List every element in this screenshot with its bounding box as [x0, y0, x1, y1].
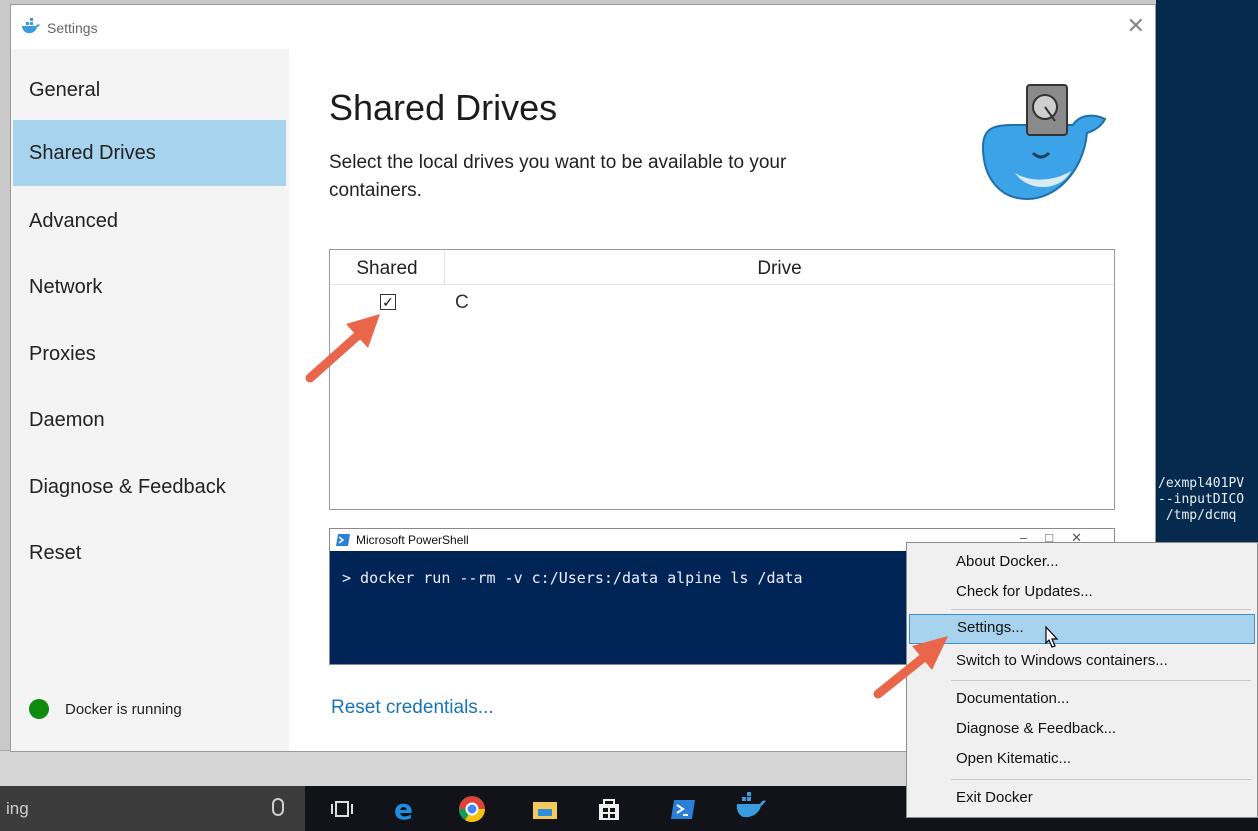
page-description: Select the local drives you want to be a…	[329, 152, 787, 201]
menu-separator	[951, 680, 1251, 681]
menu-item-exit-docker[interactable]: Exit Docker	[909, 784, 1255, 812]
edge-browser-icon[interactable]: e	[391, 794, 421, 824]
taskbar-search-box[interactable]: ing	[0, 786, 305, 831]
svg-text:e: e	[394, 794, 413, 824]
header-divider	[330, 284, 1114, 285]
menu-separator	[951, 779, 1251, 780]
store-icon[interactable]	[594, 794, 624, 824]
microphone-icon[interactable]	[272, 798, 284, 816]
console-text: /exmpl401PV --inputDICO /tmp/dcmq	[1158, 476, 1245, 523]
menu-item-settings[interactable]: Settings...	[909, 614, 1255, 644]
menu-item-diagnose-feedback[interactable]: Diagnose & Feedback...	[909, 715, 1255, 743]
sidebar-item-shared-drives[interactable]: Shared Drives	[13, 120, 286, 186]
powershell-title: Microsoft PowerShell	[356, 533, 469, 547]
taskbar-search-text: ing	[6, 799, 29, 818]
mouse-cursor-icon	[1045, 625, 1059, 648]
docker-whale-icon	[22, 18, 40, 34]
sidebar-item-diagnose-feedback[interactable]: Diagnose & Feedback	[13, 454, 286, 520]
sidebar-item-reset[interactable]: Reset	[13, 520, 286, 586]
shared-drives-table: Shared Drive ✓ C	[329, 249, 1115, 510]
sidebar-item-network[interactable]: Network	[13, 254, 286, 320]
sidebar-item-proxies[interactable]: Proxies	[13, 321, 286, 387]
menu-item-documentation[interactable]: Documentation...	[909, 685, 1255, 713]
docker-taskbar-icon[interactable]	[733, 788, 767, 822]
powershell-icon	[336, 534, 350, 546]
column-header-shared[interactable]: Shared	[330, 250, 445, 284]
sidebar: General Shared Drives Advanced Network P…	[11, 49, 289, 751]
close-icon[interactable]: ✕	[1127, 13, 1145, 39]
drive-c-checkbox[interactable]: ✓	[380, 294, 396, 310]
menu-separator	[951, 609, 1251, 610]
chrome-icon[interactable]	[457, 794, 487, 824]
menu-item-switch-windows-containers[interactable]: Switch to Windows containers...	[909, 647, 1255, 675]
sidebar-item-advanced[interactable]: Advanced	[13, 188, 286, 254]
reset-credentials-link[interactable]: Reset credentials...	[331, 697, 494, 719]
docker-context-menu: About Docker... Check for Updates... Set…	[906, 542, 1258, 818]
file-explorer-icon[interactable]	[530, 794, 560, 824]
window-title: Settings	[47, 20, 98, 36]
menu-item-about-docker[interactable]: About Docker...	[909, 548, 1255, 576]
docker-whale-hard-drive-icon	[981, 84, 1107, 201]
sidebar-item-daemon[interactable]: Daemon	[13, 387, 286, 453]
task-view-icon[interactable]	[327, 794, 357, 824]
status-text: Docker is running	[65, 700, 182, 718]
column-header-drive[interactable]: Drive	[445, 250, 1114, 284]
page-title: Shared Drives	[329, 87, 558, 128]
sidebar-item-general[interactable]: General	[13, 57, 286, 123]
status-dot-icon	[29, 699, 49, 719]
docker-status: Docker is running	[29, 699, 182, 719]
menu-item-check-for-updates[interactable]: Check for Updates...	[909, 578, 1255, 606]
powershell-taskbar-icon[interactable]	[668, 794, 698, 824]
menu-item-open-kitematic[interactable]: Open Kitematic...	[909, 745, 1255, 773]
drive-letter: C	[455, 292, 469, 313]
window-titlebar: Settings ✕	[11, 5, 1155, 49]
powershell-command-text: > docker run --rm -v c:/Users:/data alpi…	[342, 569, 803, 587]
